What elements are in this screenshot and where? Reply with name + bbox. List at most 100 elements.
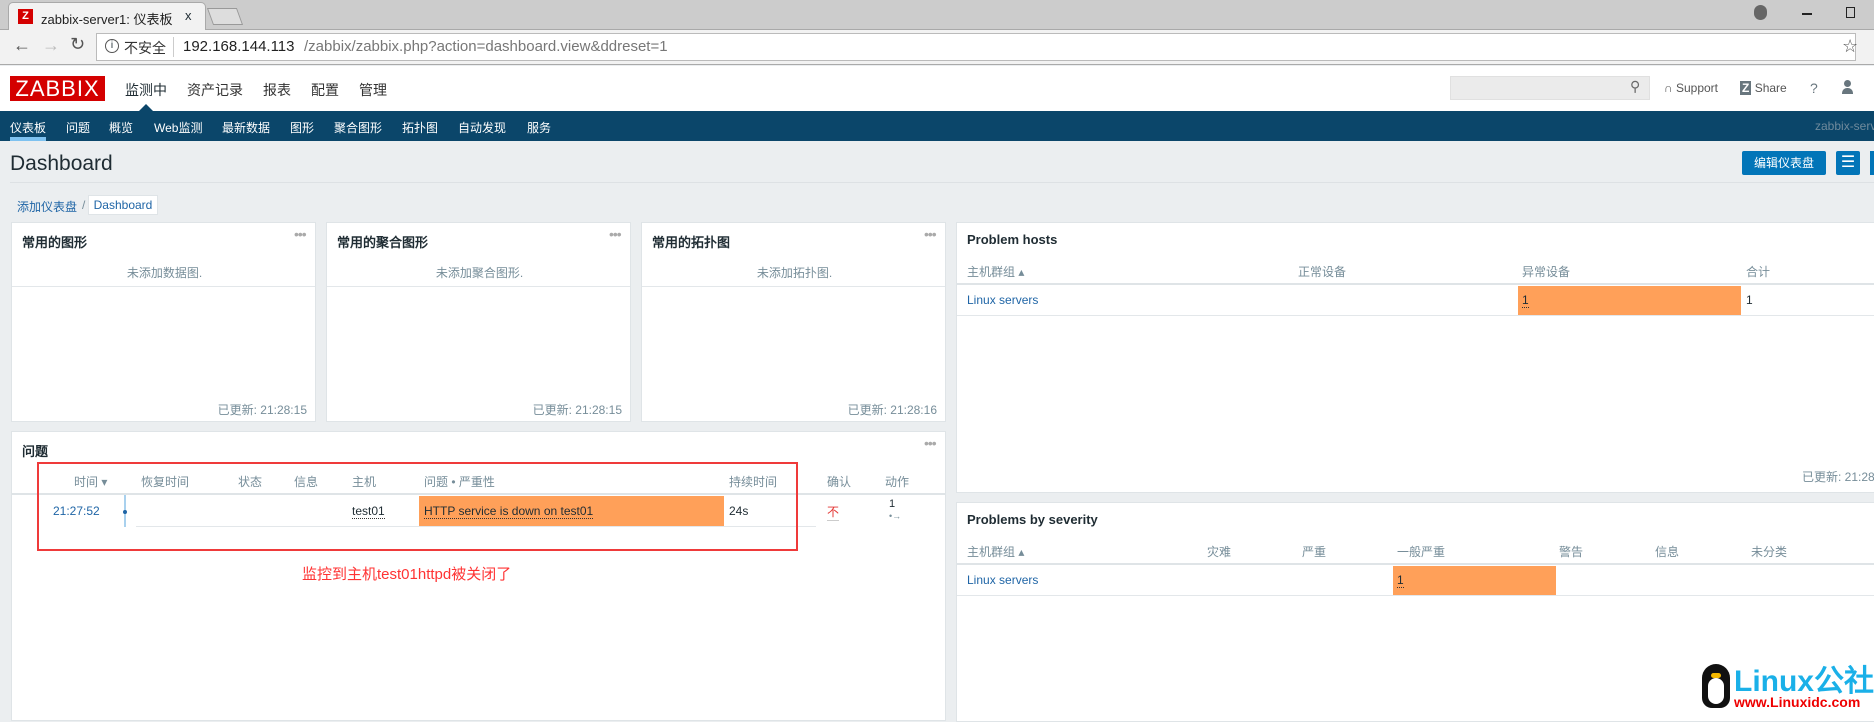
header-divider [957,563,1874,565]
share-link[interactable]: Z Share [1740,81,1787,95]
subnav-discovery[interactable]: 自动发现 [458,119,506,136]
column-actions: 动作 [885,475,910,489]
widget-problem-hosts: Problem hosts 主机群组 ▴ 正常设备 异常设备 合计 Linux … [956,222,1874,493]
account-icon[interactable] [1754,5,1767,20]
empty-message: 未添加聚合图形. [435,266,524,280]
column-information: 信息 [1655,545,1680,559]
ack-status-link[interactable]: 不 [827,503,840,521]
linuxidc-watermark: Linux公社 www.Linuxidc.com [1700,662,1874,712]
help-icon[interactable]: ? [1810,80,1818,96]
subnav-services[interactable]: 服务 [527,119,551,136]
back-icon[interactable]: ← [13,35,31,56]
info-icon[interactable]: i [105,39,119,53]
subnav-maps[interactable]: 拓扑图 [402,119,438,136]
average-count[interactable]: 1 [1397,573,1404,588]
column-ok: 正常设备 [1298,265,1347,279]
host-group-link[interactable]: Linux servers [967,293,1038,307]
minimize-icon[interactable] [1802,13,1812,15]
divider [327,286,630,287]
divider [12,286,315,287]
column-with-problems: 异常设备 [1522,265,1571,279]
share-label: Share [1754,81,1787,95]
widget-menu-icon[interactable]: ••• [294,226,307,242]
total-count: 1 [1746,293,1753,307]
column-total: 合计 [1746,265,1771,279]
fullscreen-button[interactable] [1870,151,1874,175]
divider [10,182,1874,183]
empty-message: 未添加数据图. [126,266,203,280]
subnav-web[interactable]: Web监测 [154,119,202,136]
url-path: /zabbix/zabbix.php?action=dashboard.view… [304,38,668,55]
zabbix-favicon-icon: Z [18,9,33,24]
restore-icon[interactable] [1846,7,1855,18]
column-host-group[interactable]: 主机群组 ▴ [967,263,1024,280]
widget-favourite-graphs: 常用的图形 ••• 未添加数据图. 已更新: 21:28:15 [11,222,316,422]
action-arrow-icon: •→ [889,511,902,521]
security-label: 不安全 [124,40,166,56]
widget-title: 常用的拓扑图 [652,235,731,250]
menu-reports[interactable]: 报表 [263,80,291,100]
search-icon[interactable]: ⚲ [1630,78,1640,95]
user-profile-icon[interactable] [1842,80,1853,94]
widget-favourite-maps: 常用的拓扑图 ••• 未添加拓扑图. 已更新: 21:28:16 [641,222,946,422]
menu-monitoring[interactable]: 监测中 [125,80,167,100]
column-not-classified: 未分类 [1751,545,1788,559]
divider [173,37,174,57]
subnav-dashboard[interactable]: 仪表板 [10,119,46,136]
widget-title: 常用的聚合图形 [337,235,429,250]
subnav-overview[interactable]: 概览 [109,119,133,136]
actions-count: 1 [889,498,896,510]
forward-icon[interactable]: → [42,35,60,56]
active-menu-pointer [139,104,153,111]
zabbix-logo[interactable]: ZABBIX [10,76,105,101]
breadcrumb-dashboard[interactable]: Dashboard [88,195,158,215]
subnav-latest-data[interactable]: 最新数据 [222,119,270,136]
support-label: Support [1675,81,1718,95]
widget-title: Problem hosts [967,232,1058,247]
reload-icon[interactable]: ↻ [70,34,85,55]
updated-time: 已更新: 21:28:15 [217,403,307,417]
menu-configuration[interactable]: 配置 [311,80,339,100]
subnav-screens[interactable]: 聚合图形 [334,119,382,136]
column-high: 严重 [1302,545,1327,559]
breadcrumb-separator: / [82,198,86,212]
breadcrumb-add-dashboard[interactable]: 添加仪表盘 [17,198,77,215]
annotation-text: 监控到主机test01httpd被关闭了 [302,566,512,583]
tab-close-icon[interactable]: x [185,8,192,23]
dashboard-menu-button[interactable]: ☰ [1836,151,1860,175]
empty-message: 未添加拓扑图. [756,266,833,280]
menu-inventory[interactable]: 资产记录 [187,80,243,100]
edit-dashboard-button[interactable]: 编辑仪表盘 [1742,151,1826,175]
tux-penguin-icon [1702,664,1730,708]
sub-navigation [0,111,1874,141]
widget-menu-icon[interactable]: ••• [609,226,622,242]
widget-title: 问题 [22,444,49,459]
column-average: 一般严重 [1397,545,1446,559]
problem-count[interactable]: 1 [1522,293,1529,308]
widget-title: Problems by severity [967,512,1098,527]
subnav-problems[interactable]: 问题 [66,119,90,136]
new-tab-button[interactable] [206,8,244,25]
row-divider [957,595,1874,596]
share-z-icon: Z [1740,81,1752,95]
bookmark-star-icon[interactable]: ☆ [1842,36,1858,57]
menu-administration[interactable]: 管理 [359,80,387,100]
annotation-box [37,462,798,551]
column-warning: 警告 [1559,545,1584,559]
host-group-link[interactable]: Linux servers [967,573,1038,587]
widget-menu-icon[interactable]: ••• [924,226,937,242]
browser-tab-bar: Z zabbix-server1: 仪表板 x [0,0,1874,30]
server-name: zabbix-server1 [1815,119,1874,133]
column-host-group[interactable]: 主机群组 ▴ [967,543,1024,560]
tab-title: zabbix-server1: 仪表板 [41,12,173,27]
average-count-cell [1393,566,1556,595]
support-link[interactable]: ∩ Support [1664,81,1718,95]
subnav-graphs[interactable]: 图形 [290,119,314,136]
watermark-url: www.Linuxidc.com [1734,694,1861,710]
browser-tab[interactable]: Z zabbix-server1: 仪表板 x [8,2,206,30]
actions-link[interactable]: 1 •→ [889,498,901,522]
widget-menu-icon[interactable]: ••• [924,435,937,451]
search-input[interactable] [1450,76,1650,100]
header-divider [957,283,1874,285]
url-bar[interactable]: i 不安全 192.168.144.113 /zabbix/zabbix.php… [96,33,1858,61]
